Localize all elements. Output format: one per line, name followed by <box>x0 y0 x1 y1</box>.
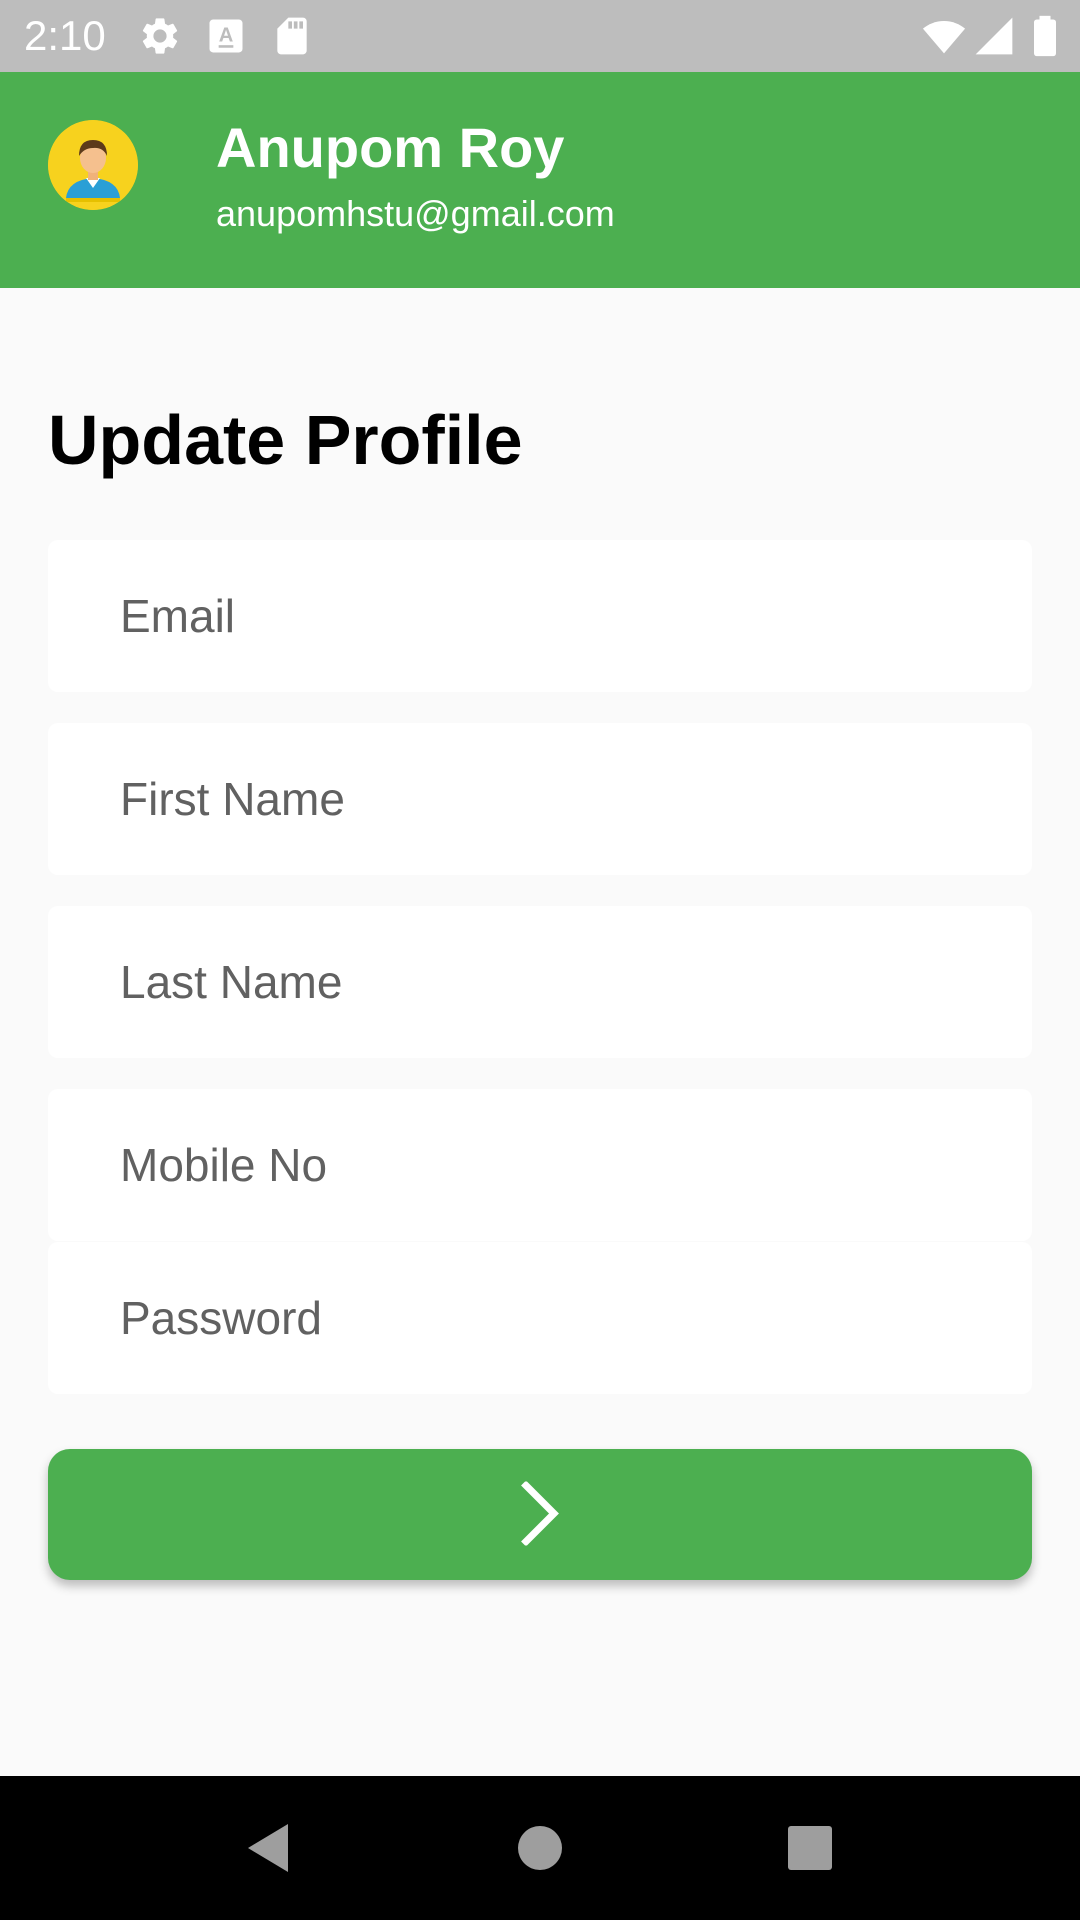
wifi-icon <box>920 14 968 63</box>
svg-text:A: A <box>219 25 234 47</box>
last-name-field <box>48 906 1032 1058</box>
home-icon <box>518 1826 562 1870</box>
user-email: anupomhstu@gmail.com <box>216 193 615 234</box>
back-icon <box>248 1824 288 1872</box>
battery-icon <box>1030 14 1060 63</box>
password-field <box>48 1242 1032 1394</box>
profile-header: Anupom Roy anupomhstu@gmail.com <box>0 72 1080 288</box>
sd-card-icon <box>270 14 314 63</box>
home-button[interactable] <box>480 1776 600 1920</box>
first-name-field <box>48 723 1032 875</box>
status-bar: 2:10 A <box>0 0 1080 72</box>
avatar <box>48 120 138 210</box>
back-button[interactable] <box>208 1776 328 1920</box>
mobile-no-field <box>48 1089 1032 1241</box>
mobile-no-input[interactable] <box>120 1089 1000 1241</box>
email-field <box>48 540 1032 692</box>
gear-icon <box>138 14 182 63</box>
submit-button[interactable] <box>48 1449 1032 1580</box>
email-input[interactable] <box>120 540 1000 692</box>
recents-button[interactable] <box>750 1776 870 1920</box>
user-avatar-icon <box>48 120 138 210</box>
last-name-input[interactable] <box>120 906 1000 1058</box>
status-time: 2:10 <box>24 12 106 59</box>
page-title: Update Profile <box>48 401 523 479</box>
chevron-right-icon <box>518 1480 562 1548</box>
first-name-input[interactable] <box>120 723 1000 875</box>
recents-icon <box>788 1826 832 1870</box>
signal-icon <box>972 14 1016 63</box>
password-input[interactable] <box>120 1242 1000 1394</box>
user-name: Anupom Roy <box>216 116 565 179</box>
font-icon: A <box>204 14 248 63</box>
navigation-bar <box>0 1776 1080 1920</box>
